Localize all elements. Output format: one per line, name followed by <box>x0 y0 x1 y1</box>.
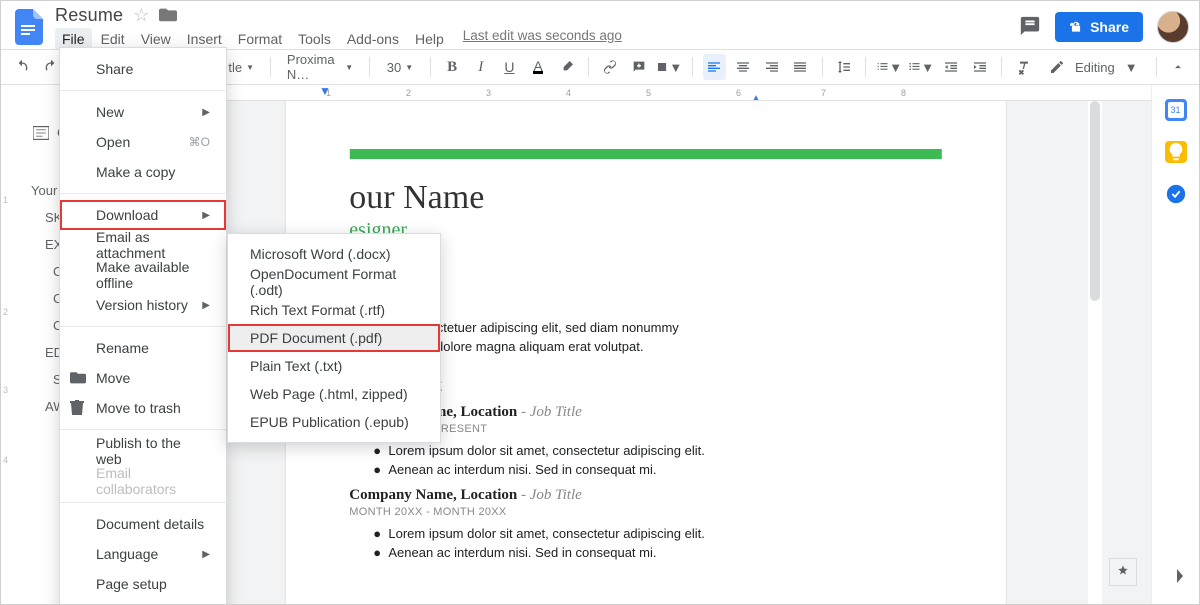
comment-button[interactable] <box>628 54 651 80</box>
bullet-list-button[interactable]: ▼ <box>908 54 934 80</box>
doc-bullet: ● Aenean ac interdum nisi. Sed in conseq… <box>373 545 941 560</box>
menu-help[interactable]: Help <box>408 28 451 50</box>
share-label: Share <box>1090 19 1129 35</box>
font-label: Proxima N… <box>287 52 341 82</box>
editing-mode-button[interactable]: Editing ▼ <box>1041 57 1146 77</box>
menu-email-attachment[interactable]: Email as attachment <box>60 230 226 260</box>
accent-bar <box>349 149 941 159</box>
highlight-button[interactable] <box>555 54 578 80</box>
submenu-arrow-icon: ▶ <box>202 300 210 311</box>
folder-icon <box>70 370 86 386</box>
last-edit-link[interactable]: Last edit was seconds ago <box>463 28 622 50</box>
doc-bullet: ● Lorem ipsum dolor sit amet, consectetu… <box>373 526 941 541</box>
font-select[interactable]: Proxima N…▼ <box>281 54 359 80</box>
align-center-button[interactable] <box>732 54 755 80</box>
download-odt[interactable]: OpenDocument Format (.odt) <box>228 268 440 296</box>
menu-version-history[interactable]: Version history▶ <box>60 290 226 320</box>
text-color-button[interactable]: A <box>527 54 550 80</box>
menu-new[interactable]: New▶ <box>60 97 226 127</box>
menu-doc-details[interactable]: Document details <box>60 509 226 539</box>
line-spacing-button[interactable] <box>833 54 856 80</box>
menu-publish[interactable]: Publish to the web <box>60 436 226 466</box>
menu-page-setup[interactable]: Page setup <box>60 569 226 599</box>
tasks-addon-icon[interactable] <box>1165 183 1187 205</box>
paragraph-style-select[interactable]: tle▼ <box>222 54 260 80</box>
clear-formatting-button[interactable] <box>1012 54 1035 80</box>
menu-language[interactable]: Language▶ <box>60 539 226 569</box>
submenu-arrow-icon: ▶ <box>202 107 210 118</box>
doc-bullet: ● Aenean ac interdum nisi. Sed in conseq… <box>373 462 941 477</box>
download-html[interactable]: Web Page (.html, zipped) <box>228 380 440 408</box>
expand-sidepanel-button[interactable] <box>1175 569 1185 586</box>
style-label: tle <box>228 60 242 75</box>
numbered-list-button[interactable]: ▼ <box>876 54 902 80</box>
download-epub[interactable]: EPUB Publication (.epub) <box>228 408 440 436</box>
file-menu-panel: Share New▶ Open⌘O Make a copy Download▶ … <box>59 47 227 605</box>
menu-move-trash[interactable]: Move to trash <box>60 393 226 423</box>
keep-addon-icon[interactable] <box>1165 141 1187 163</box>
menu-offline[interactable]: Make available offline <box>60 260 226 290</box>
outline-icon[interactable] <box>33 126 49 140</box>
comments-icon[interactable] <box>1019 15 1041 40</box>
doc-name-heading: our Name <box>349 179 941 217</box>
menu-print[interactable]: Print⌘P <box>60 599 226 605</box>
editing-label: Editing <box>1075 60 1115 75</box>
menu-email-collab: Email collaborators <box>60 466 226 496</box>
download-submenu: Microsoft Word (.docx) OpenDocument Form… <box>227 233 441 443</box>
share-button[interactable]: Share <box>1055 12 1143 42</box>
doc-bullet: ● Lorem ipsum dolor sit amet, consectetu… <box>373 443 941 458</box>
download-rtf[interactable]: Rich Text Format (.rtf) <box>228 296 440 324</box>
underline-button[interactable]: U <box>498 54 521 80</box>
menu-download[interactable]: Download▶ <box>60 200 226 230</box>
menu-rename[interactable]: Rename <box>60 333 226 363</box>
font-size-select[interactable]: 30▼ <box>380 54 420 80</box>
horizontal-ruler[interactable]: ▼ ▲ 1 2 3 4 5 6 7 8 <box>226 85 1151 101</box>
menu-move[interactable]: Move <box>60 363 226 393</box>
undo-button[interactable] <box>11 54 34 80</box>
align-right-button[interactable] <box>760 54 783 80</box>
document-title[interactable]: Resume <box>55 5 123 26</box>
menu-make-copy[interactable]: Make a copy <box>60 157 226 187</box>
trash-icon <box>70 400 86 416</box>
docs-logo[interactable] <box>11 9 47 45</box>
download-txt[interactable]: Plain Text (.txt) <box>228 352 440 380</box>
collapse-toolbar-button[interactable] <box>1166 54 1189 80</box>
pencil-icon <box>1049 59 1065 75</box>
explore-button[interactable] <box>1109 558 1137 586</box>
image-button[interactable]: ▼ <box>656 54 682 80</box>
menu-tools[interactable]: Tools <box>291 28 338 50</box>
indent-increase-button[interactable] <box>969 54 992 80</box>
account-avatar[interactable] <box>1157 11 1189 43</box>
align-justify-button[interactable] <box>789 54 812 80</box>
font-size-value: 30 <box>387 60 401 75</box>
bold-button[interactable]: B <box>441 54 464 80</box>
align-left-button[interactable] <box>703 54 726 80</box>
star-icon[interactable]: ☆ <box>133 5 149 26</box>
scroll-thumb[interactable] <box>1090 101 1100 301</box>
submenu-arrow-icon: ▶ <box>202 549 210 560</box>
menu-addons[interactable]: Add-ons <box>340 28 406 50</box>
link-button[interactable] <box>599 54 622 80</box>
vertical-scrollbar[interactable] <box>1088 101 1102 604</box>
folder-icon[interactable] <box>159 6 177 25</box>
menu-open[interactable]: Open⌘O <box>60 127 226 157</box>
italic-button[interactable]: I <box>469 54 492 80</box>
side-panel: 31 <box>1151 85 1199 604</box>
doc-job-dates: MONTH 20XX - MONTH 20XX <box>349 506 941 518</box>
calendar-addon-icon[interactable]: 31 <box>1165 99 1187 121</box>
download-pdf[interactable]: PDF Document (.pdf) <box>228 324 440 352</box>
doc-job-header: Company Name, Location - Job Title <box>349 487 941 504</box>
download-docx[interactable]: Microsoft Word (.docx) <box>228 240 440 268</box>
submenu-arrow-icon: ▶ <box>202 210 210 221</box>
menu-share[interactable]: Share <box>60 54 226 84</box>
menu-format[interactable]: Format <box>231 28 289 50</box>
indent-decrease-button[interactable] <box>940 54 963 80</box>
